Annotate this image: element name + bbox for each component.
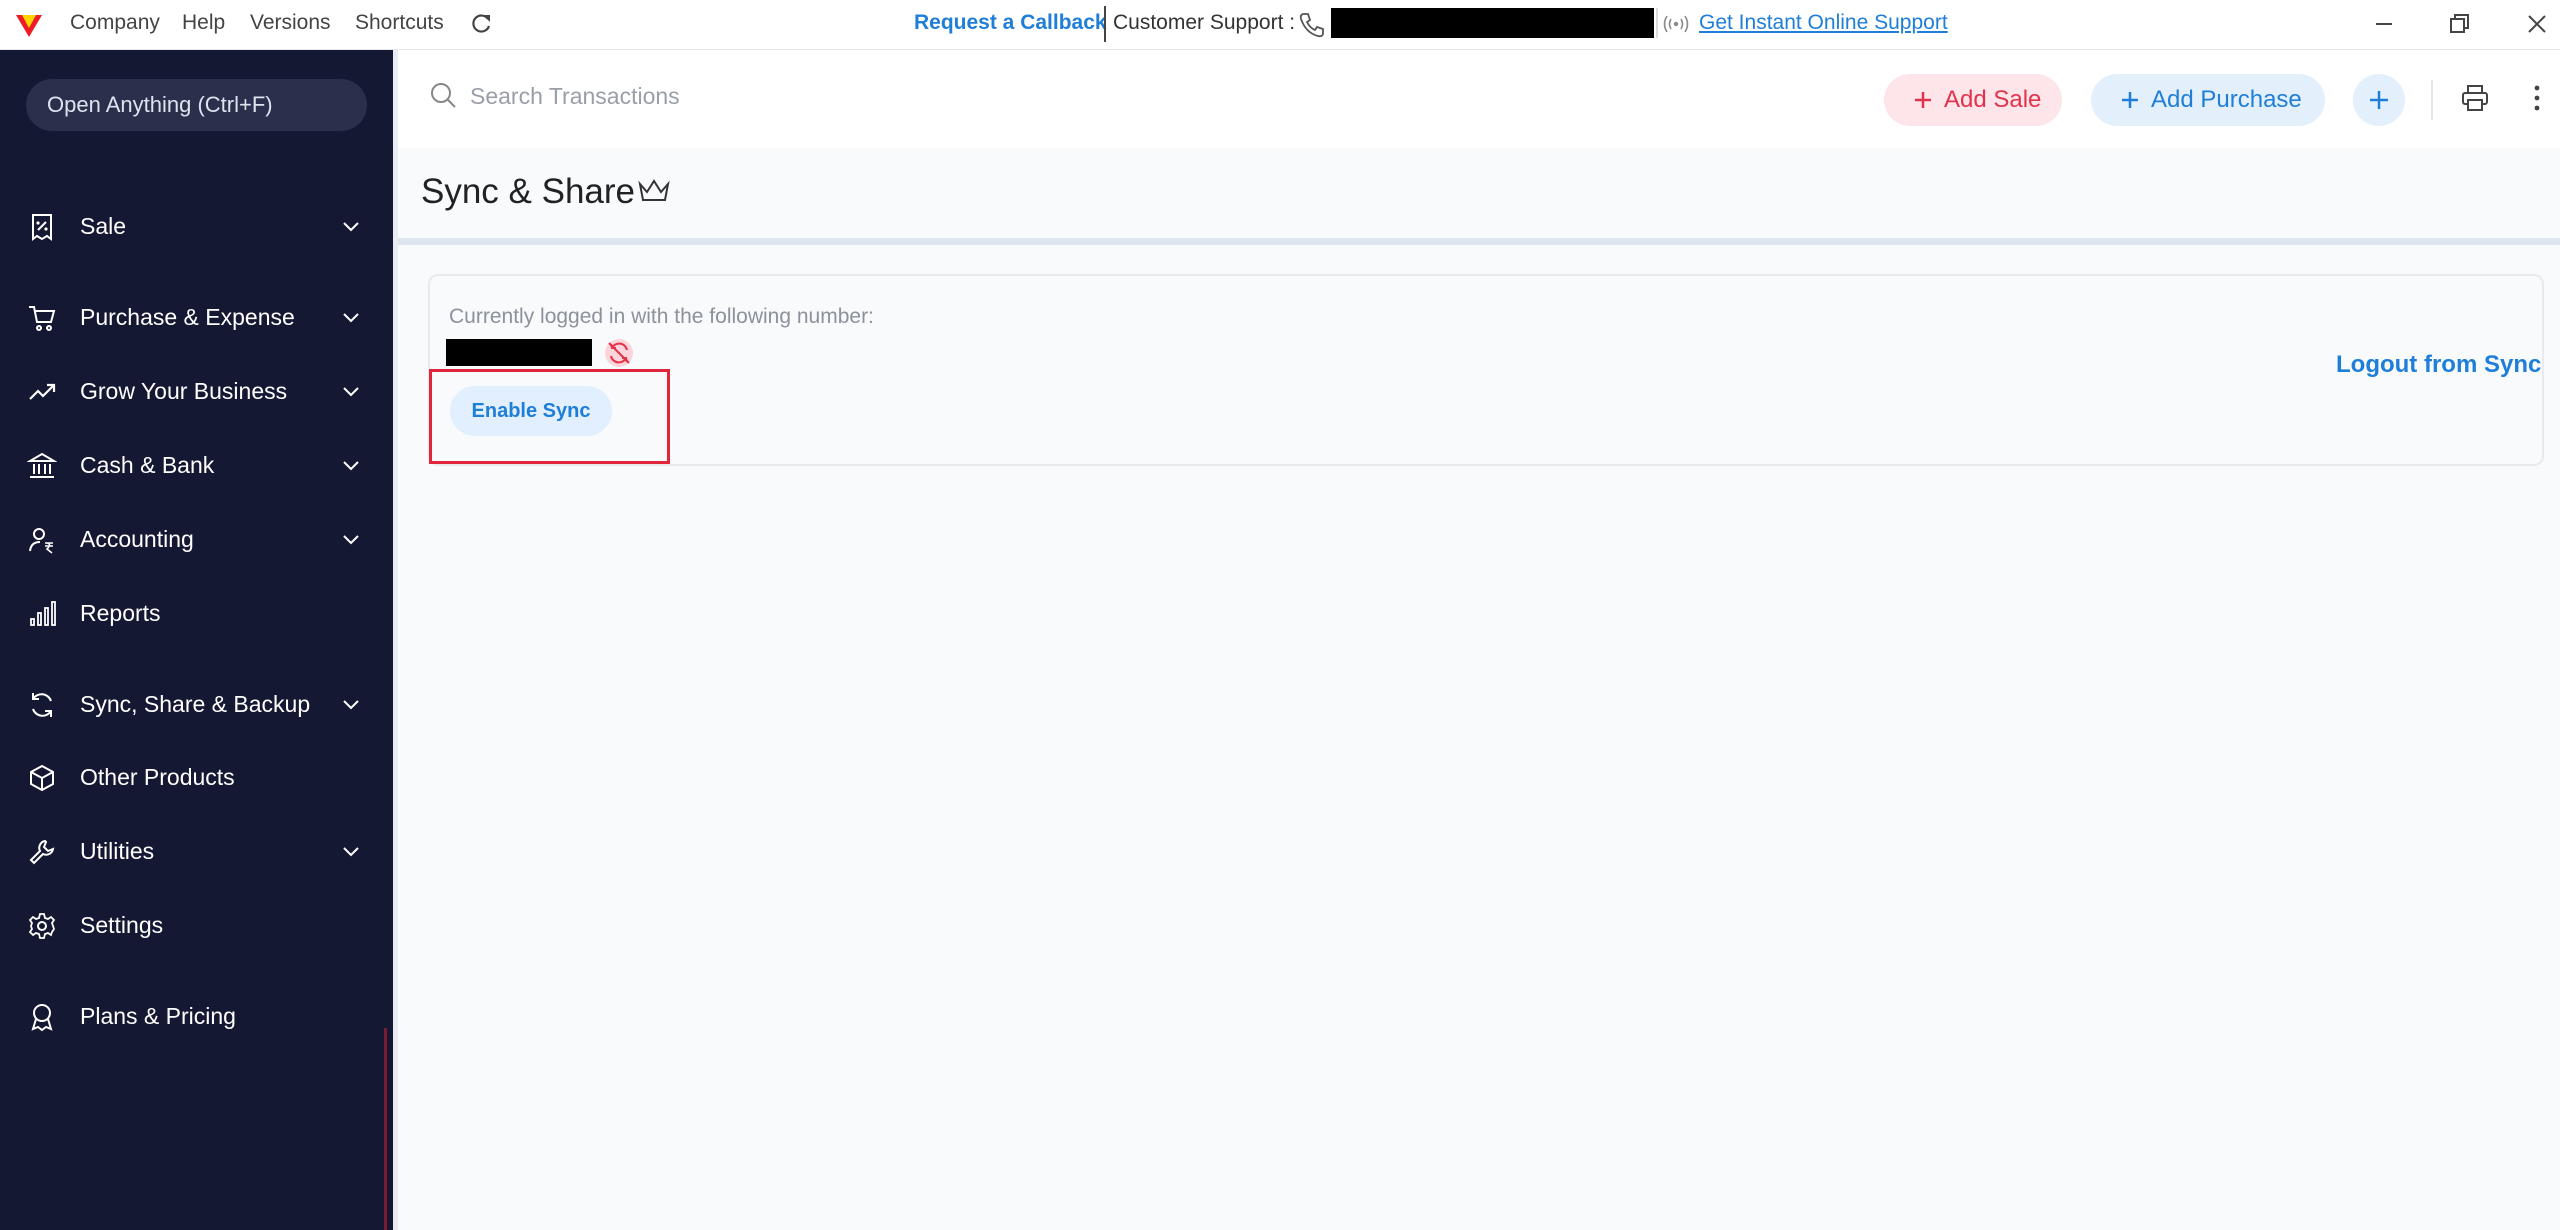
more-options-icon[interactable]	[2530, 83, 2544, 113]
sidebar-item-label: Sync, Share & Backup	[80, 691, 311, 717]
sidebar-item-label: Reports	[80, 600, 161, 626]
sidebar-item-label: Accounting	[80, 526, 194, 552]
sidebar-item-sale[interactable]: Sale	[0, 199, 393, 251]
divider	[1656, 8, 1658, 38]
header-bar: Add Sale Add Purchase	[398, 50, 2560, 148]
logout-from-sync-link[interactable]: Logout from Sync	[2336, 351, 2541, 379]
wrench-icon	[29, 839, 55, 865]
bank-icon	[27, 452, 57, 478]
crown-icon	[638, 179, 670, 201]
add-sale-button[interactable]: Add Sale	[1884, 74, 2062, 126]
sidebar-scrollbar[interactable]	[384, 1028, 387, 1230]
redacted-phone-number	[1331, 8, 1654, 38]
broadcast-icon	[1663, 15, 1689, 33]
sidebar-item-label: Purchase & Expense	[80, 304, 295, 330]
add-purchase-label: Add Purchase	[2151, 86, 2302, 113]
restore-icon[interactable]	[2444, 9, 2474, 39]
gear-icon	[28, 913, 56, 939]
sidebar-item-label: Cash & Bank	[80, 452, 215, 478]
sidebar-item-reports[interactable]: Reports	[0, 586, 393, 638]
customer-support-label: Customer Support :	[1113, 11, 1296, 34]
divider	[1104, 6, 1106, 42]
sidebar-item-purchase-expense[interactable]: Purchase & Expense	[0, 290, 393, 342]
add-purchase-button[interactable]: Add Purchase	[2091, 74, 2325, 126]
chevron-down-icon	[343, 222, 359, 232]
sidebar-item-grow-business[interactable]: Grow Your Business	[0, 364, 393, 416]
accounting-user-icon	[29, 528, 53, 554]
menu-company[interactable]: Company	[70, 11, 160, 35]
sidebar-item-label: Utilities	[80, 838, 155, 864]
sidebar-item-utilities[interactable]: Utilities	[0, 824, 393, 876]
sidebar-item-label: Grow Your Business	[80, 378, 288, 404]
page-title: Sync & Share	[421, 172, 635, 211]
sync-status-card	[428, 274, 2544, 466]
plus-icon	[2370, 91, 2388, 109]
trend-up-icon	[29, 383, 56, 400]
close-icon[interactable]	[2522, 9, 2552, 39]
chevron-down-icon	[343, 847, 359, 857]
online-support-link[interactable]: Get Instant Online Support	[1699, 11, 1948, 35]
sidebar-item-label: Sale	[80, 213, 127, 239]
highlight-box	[429, 369, 670, 464]
sidebar-item-other-products[interactable]: Other Products	[0, 750, 393, 802]
menu-shortcuts[interactable]: Shortcuts	[355, 11, 444, 35]
sidebar-border	[393, 50, 398, 1230]
sidebar-item-label: Settings	[80, 912, 164, 938]
app-logo	[16, 15, 42, 37]
sync-off-icon	[605, 339, 633, 367]
sidebar-item-label: Other Products	[80, 764, 235, 790]
sidebar: Open Anything (Ctrl+F) Sale Purchase & E…	[0, 50, 393, 1230]
sidebar-item-plans-pricing[interactable]: Plans & Pricing	[0, 989, 393, 1041]
title-divider	[398, 238, 2560, 245]
sync-icon	[32, 693, 52, 717]
chevron-down-icon	[343, 313, 359, 323]
add-sale-label: Add Sale	[1944, 86, 2042, 113]
chevron-down-icon	[343, 387, 359, 397]
phone-icon	[1299, 13, 1324, 38]
refresh-icon[interactable]	[468, 11, 494, 37]
redacted-logged-number	[446, 339, 592, 366]
cube-icon	[30, 764, 54, 792]
search-transactions-input[interactable]	[468, 74, 1072, 118]
sidebar-item-accounting[interactable]: Accounting	[0, 512, 393, 564]
plus-icon	[1915, 92, 1931, 108]
request-callback-link[interactable]: Request a Callback	[914, 11, 1107, 35]
title-bar: Company Help Versions Shortcuts Request …	[0, 0, 2560, 50]
receipt-icon	[32, 214, 52, 241]
plus-icon	[2122, 92, 2138, 108]
sidebar-item-label: Plans & Pricing	[80, 1003, 236, 1029]
add-more-button[interactable]	[2353, 74, 2405, 126]
chevron-down-icon	[343, 535, 359, 545]
chevron-down-icon	[343, 461, 359, 471]
bar-chart-icon	[30, 601, 56, 626]
divider	[2431, 80, 2433, 120]
print-icon[interactable]	[2460, 83, 2490, 113]
logged-in-label: Currently logged in with the following n…	[449, 305, 874, 328]
sidebar-item-sync-share-backup[interactable]: Sync, Share & Backup	[0, 677, 393, 729]
menu-help[interactable]: Help	[182, 11, 225, 35]
minimize-icon[interactable]	[2369, 9, 2399, 39]
open-anything-search[interactable]: Open Anything (Ctrl+F)	[26, 79, 367, 131]
cart-icon	[29, 306, 56, 331]
sidebar-item-settings[interactable]: Settings	[0, 898, 393, 950]
chevron-down-icon	[343, 700, 359, 710]
menu-versions[interactable]: Versions	[250, 11, 331, 35]
award-icon	[31, 1004, 53, 1032]
search-icon	[431, 83, 456, 108]
sidebar-item-cash-bank[interactable]: Cash & Bank	[0, 438, 393, 490]
